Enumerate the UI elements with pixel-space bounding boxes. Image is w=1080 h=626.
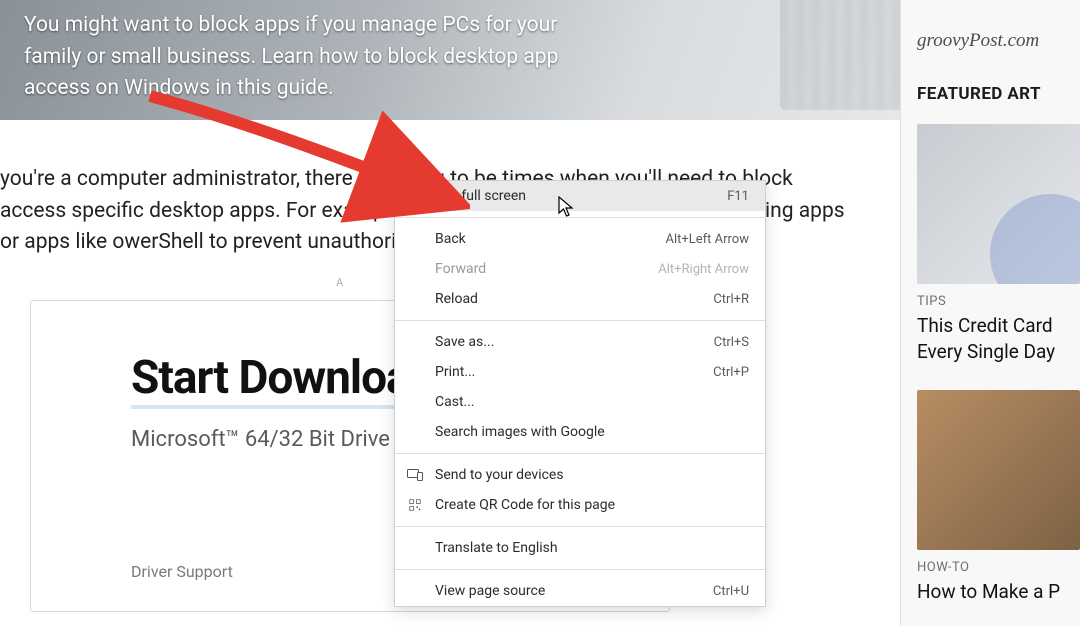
menu-accelerator: Alt+Left Arrow: [665, 232, 749, 247]
qr-icon: [407, 499, 423, 511]
hero-text: You might want to block apps if you mana…: [24, 10, 584, 105]
menu-item-print[interactable]: Print...Ctrl+P: [395, 357, 765, 387]
menu-label: Exit full screen: [435, 188, 727, 204]
menu-accelerator: Alt+Right Arrow: [658, 262, 749, 277]
menu-item-translate-to-english[interactable]: Translate to English: [395, 533, 765, 563]
featured-category: TIPS: [917, 294, 1080, 309]
menu-label: Save as...: [435, 334, 714, 350]
devices-icon: [407, 469, 423, 481]
context-menu: Exit full screenF11BackAlt+Left ArrowFor…: [394, 180, 766, 607]
menu-separator: [395, 569, 765, 570]
featured-thumb: [917, 390, 1080, 550]
menu-item-forward: ForwardAlt+Right Arrow: [395, 254, 765, 284]
site-logo[interactable]: groovyPost.com: [917, 30, 1080, 52]
menu-label: Cast...: [435, 394, 749, 410]
menu-separator: [395, 217, 765, 218]
menu-item-search-images-with-google[interactable]: Search images with Google: [395, 417, 765, 447]
menu-label: Send to your devices: [435, 467, 749, 483]
featured-card[interactable]: HOW-TO How to Make a P: [917, 390, 1080, 605]
menu-item-cast[interactable]: Cast...: [395, 387, 765, 417]
menu-label: View page source: [435, 583, 713, 599]
menu-separator: [395, 526, 765, 527]
menu-label: Reload: [435, 291, 713, 307]
menu-separator: [395, 320, 765, 321]
menu-item-create-qr-code-for-this-page[interactable]: Create QR Code for this page: [395, 490, 765, 520]
menu-accelerator: Ctrl+U: [713, 584, 749, 599]
menu-item-exit-full-screen[interactable]: Exit full screenF11: [395, 181, 765, 211]
menu-accelerator: F11: [727, 189, 749, 204]
menu-label: Print...: [435, 364, 713, 380]
featured-thumb: [917, 124, 1080, 284]
featured-heading: FEATURED ART: [917, 84, 1080, 104]
featured-title[interactable]: This Credit Card Every Single Day: [917, 313, 1080, 364]
featured-card[interactable]: TIPS This Credit Card Every Single Day: [917, 124, 1080, 364]
featured-category: HOW-TO: [917, 560, 1080, 575]
sidebar: groovyPost.com FEATURED ART TIPS This Cr…: [900, 0, 1080, 626]
menu-label: Search images with Google: [435, 424, 749, 440]
menu-label: Back: [435, 231, 665, 247]
menu-separator: [395, 453, 765, 454]
menu-item-send-to-your-devices[interactable]: Send to your devices: [395, 460, 765, 490]
menu-item-back[interactable]: BackAlt+Left Arrow: [395, 224, 765, 254]
menu-item-view-page-source[interactable]: View page sourceCtrl+U: [395, 576, 765, 606]
menu-accelerator: Ctrl+P: [713, 365, 749, 380]
menu-item-reload[interactable]: ReloadCtrl+R: [395, 284, 765, 314]
featured-title[interactable]: How to Make a P: [917, 579, 1080, 605]
ad-headline[interactable]: Start Downloa: [131, 351, 410, 409]
menu-accelerator: Ctrl+S: [714, 335, 749, 350]
menu-label: Translate to English: [435, 540, 749, 556]
menu-accelerator: Ctrl+R: [713, 292, 749, 307]
menu-label: Create QR Code for this page: [435, 497, 749, 513]
menu-label: Forward: [435, 261, 658, 277]
menu-item-save-as[interactable]: Save as...Ctrl+S: [395, 327, 765, 357]
